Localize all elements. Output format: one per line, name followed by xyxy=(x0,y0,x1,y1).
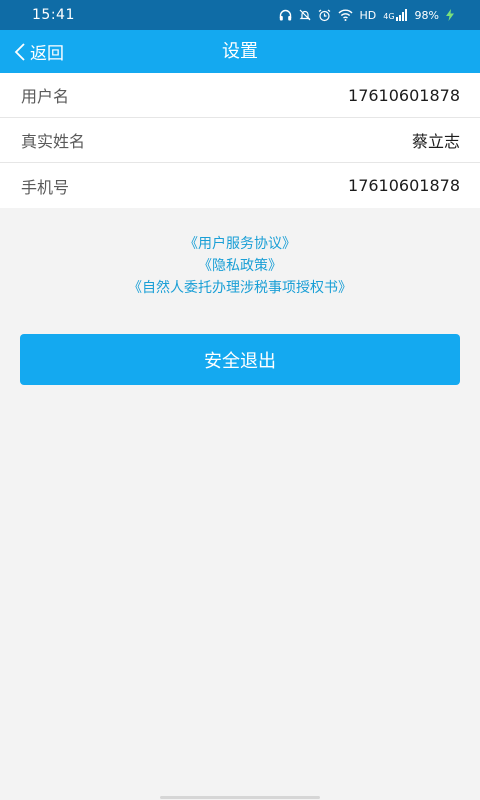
alarm-icon xyxy=(318,9,331,22)
real-name-value: 蔡立志 xyxy=(411,132,460,151)
info-row-phone: 手机号 17610601878 xyxy=(0,163,480,208)
user-agreement-link[interactable]: 《用户服务协议》 xyxy=(0,233,480,255)
status-icons: HD 4G 98% xyxy=(279,8,454,22)
wifi-icon xyxy=(337,9,353,21)
tax-authorization-link[interactable]: 《自然人委托办理涉税事项授权书》 xyxy=(0,277,480,299)
back-button[interactable]: 返回 xyxy=(14,30,64,73)
title-bar: 返回 设置 xyxy=(0,30,480,73)
network-hd: HD xyxy=(359,8,377,22)
signal-label: 4G xyxy=(383,12,395,21)
charging-icon xyxy=(446,9,454,21)
real-name-label: 真实姓名 xyxy=(21,132,86,151)
account-info-list: 用户名 17610601878 真实姓名 蔡立志 手机号 17610601878 xyxy=(0,73,480,208)
username-value: 17610601878 xyxy=(348,85,460,105)
logout-button[interactable]: 安全退出 xyxy=(20,334,460,385)
mute-bell-icon xyxy=(299,9,311,21)
page-title: 设置 xyxy=(222,41,258,62)
back-label: 返回 xyxy=(30,44,64,64)
username-label: 用户名 xyxy=(21,87,70,106)
battery-level: 98% xyxy=(414,8,439,22)
headset-icon xyxy=(279,9,292,21)
chevron-left-icon xyxy=(14,42,26,62)
agreement-links: 《用户服务协议》 《隐私政策》 《自然人委托办理涉税事项授权书》 xyxy=(0,233,480,299)
status-time: 15:41 xyxy=(32,7,75,23)
home-indicator[interactable] xyxy=(160,796,320,799)
status-bar: 15:41 HD 4G 98% xyxy=(0,0,480,30)
info-row-username: 用户名 17610601878 xyxy=(0,73,480,118)
phone-label: 手机号 xyxy=(21,177,70,197)
signal-icon: 4G xyxy=(383,9,407,21)
privacy-policy-link[interactable]: 《隐私政策》 xyxy=(0,255,480,277)
info-row-real-name: 真实姓名 蔡立志 xyxy=(0,118,480,163)
phone-value: 17610601878 xyxy=(348,176,460,195)
